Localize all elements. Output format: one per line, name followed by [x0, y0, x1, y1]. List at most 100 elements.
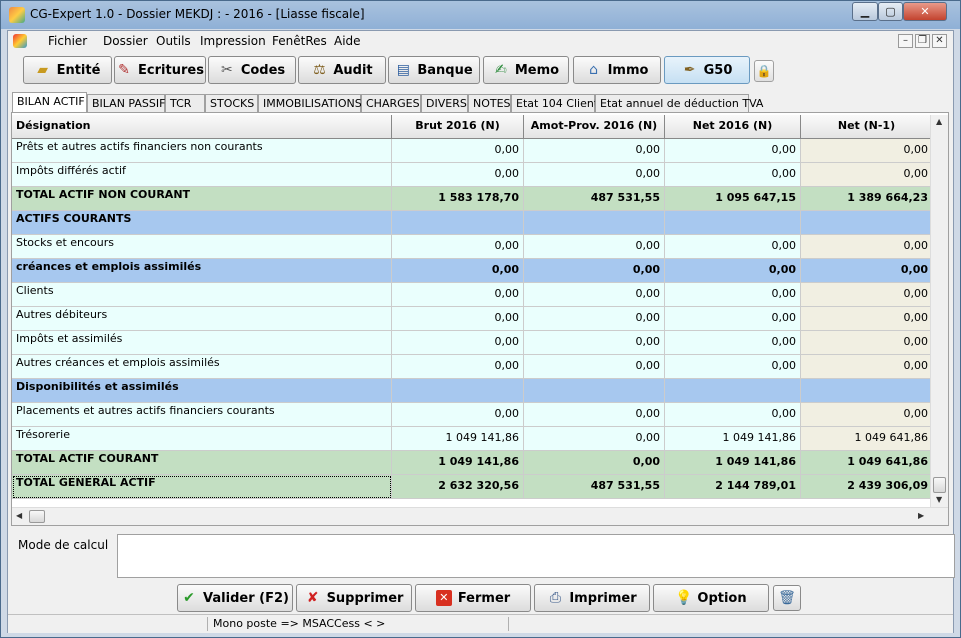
col-header-brut[interactable]: Brut 2016 (N) — [392, 115, 524, 139]
row-value-cell[interactable]: 487 531,55 — [524, 475, 665, 499]
table-row[interactable]: créances et emplois assimilés 0,00 0,00 0,0… — [12, 259, 933, 283]
row-value-cell[interactable]: 0,00 — [801, 307, 933, 331]
mdi-close-button[interactable]: ✕ — [932, 34, 947, 48]
table-row[interactable]: Impôts différés actif 0,00 0,00 0,00 0,00 — [12, 163, 933, 187]
row-designation-cell[interactable]: Clients — [12, 283, 392, 307]
row-value-cell[interactable]: 0,00 — [392, 307, 524, 331]
row-value-cell[interactable]: 1 049 141,86 — [665, 451, 801, 475]
row-value-cell[interactable]: 0,00 — [392, 355, 524, 379]
menu-impression[interactable]: Impression — [200, 34, 266, 48]
row-value-cell[interactable]: 0,00 — [392, 259, 524, 283]
scroll-left-arrow-icon[interactable]: ◀ — [16, 511, 22, 520]
entite-button[interactable]: ▰ Entité — [23, 56, 112, 84]
row-value-cell[interactable]: 0,00 — [524, 163, 665, 187]
valider-button[interactable]: ✔ Valider (F2) — [177, 584, 293, 612]
row-value-cell[interactable]: 0,00 — [524, 331, 665, 355]
table-row[interactable]: Prêts et autres actifs financiers non co… — [12, 139, 933, 163]
row-value-cell[interactable]: 0,00 — [524, 307, 665, 331]
imprimer-button[interactable]: ⎙ Imprimer — [534, 584, 650, 612]
title-bar[interactable]: CG-Expert 1.0 - Dossier MEKDJ : - 2016 -… — [1, 1, 960, 29]
row-value-cell[interactable] — [524, 211, 665, 235]
col-header-designation[interactable]: Désignation — [12, 115, 392, 139]
row-designation-cell[interactable]: TOTAL GENERAL ACTIF — [12, 475, 392, 499]
row-designation-cell[interactable]: Prêts et autres actifs financiers non co… — [12, 139, 392, 163]
row-value-cell[interactable]: 0,00 — [392, 331, 524, 355]
mdi-restore-button[interactable]: ❐ — [915, 34, 930, 48]
g50-button[interactable]: ✒ G50 — [664, 56, 750, 84]
row-value-cell[interactable]: 0,00 — [524, 427, 665, 451]
row-value-cell[interactable]: 0,00 — [801, 235, 933, 259]
row-value-cell[interactable]: 0,00 — [801, 163, 933, 187]
row-value-cell[interactable] — [524, 379, 665, 403]
tab-bilan-actif[interactable]: BILAN ACTIF — [12, 92, 87, 112]
menu-outils[interactable]: Outils — [156, 34, 191, 48]
table-row[interactable]: Impôts et assimilés 0,00 0,00 0,00 0,00 — [12, 331, 933, 355]
table-row[interactable]: ACTIFS COURANTS — [12, 211, 933, 235]
table-row[interactable]: TOTAL ACTIF NON COURANT 1 583 178,70 487 5… — [12, 187, 933, 211]
row-designation-cell[interactable]: TOTAL ACTIF NON COURANT — [12, 187, 392, 211]
tab-notes[interactable]: NOTES — [468, 94, 511, 112]
tab-etat-104-client[interactable]: Etat 104 Client — [511, 94, 598, 112]
row-value-cell[interactable]: 0,00 — [801, 355, 933, 379]
codes-button[interactable]: ✂ Codes — [208, 56, 296, 84]
tab-bilan-passif[interactable]: BILAN PASSIF — [87, 94, 165, 112]
tab-charges[interactable]: CHARGES — [361, 94, 421, 112]
maximize-button[interactable]: ▢ — [878, 2, 903, 21]
immo-button[interactable]: ⌂ Immo — [573, 56, 661, 84]
row-value-cell[interactable]: 0,00 — [524, 403, 665, 427]
row-value-cell[interactable]: 487 531,55 — [524, 187, 665, 211]
row-value-cell[interactable]: 0,00 — [392, 283, 524, 307]
fermer-button[interactable]: ✕ Fermer — [415, 584, 531, 612]
row-value-cell[interactable]: 1 049 641,86 — [801, 451, 933, 475]
horizontal-scrollbar[interactable]: ◀ ▶ — [12, 507, 948, 525]
row-value-cell[interactable] — [392, 379, 524, 403]
row-designation-cell[interactable]: ACTIFS COURANTS — [12, 211, 392, 235]
row-value-cell[interactable]: 0,00 — [801, 259, 933, 283]
table-row[interactable]: Placements et autres actifs financiers c… — [12, 403, 933, 427]
table-row[interactable]: Stocks et encours 0,00 0,00 0,00 0,00 — [12, 235, 933, 259]
col-header-net-n-1[interactable]: Net (N-1) — [801, 115, 933, 139]
row-value-cell[interactable]: 1 583 178,70 — [392, 187, 524, 211]
row-value-cell[interactable]: 0,00 — [665, 235, 801, 259]
row-value-cell[interactable]: 0,00 — [665, 307, 801, 331]
row-value-cell[interactable]: 0,00 — [665, 139, 801, 163]
row-value-cell[interactable]: 0,00 — [392, 163, 524, 187]
row-designation-cell[interactable]: Trésorerie — [12, 427, 392, 451]
row-value-cell[interactable]: 0,00 — [801, 403, 933, 427]
row-value-cell[interactable]: 0,00 — [392, 139, 524, 163]
row-value-cell[interactable]: 0,00 — [524, 355, 665, 379]
row-value-cell[interactable]: 0,00 — [392, 403, 524, 427]
memo-button[interactable]: ✍ Memo — [483, 56, 569, 84]
row-value-cell[interactable]: 0,00 — [524, 139, 665, 163]
menu-fenetres[interactable]: FenêtRes — [272, 34, 327, 48]
tab-stocks[interactable]: STOCKS — [205, 94, 258, 112]
table-row[interactable]: Autres débiteurs 0,00 0,00 0,00 0,00 — [12, 307, 933, 331]
row-designation-cell[interactable]: Stocks et encours — [12, 235, 392, 259]
row-value-cell[interactable]: 0,00 — [524, 235, 665, 259]
row-value-cell[interactable]: 1 049 641,86 — [801, 427, 933, 451]
row-value-cell[interactable]: 2 144 789,01 — [665, 475, 801, 499]
row-value-cell[interactable]: 0,00 — [665, 355, 801, 379]
row-value-cell[interactable]: 0,00 — [524, 283, 665, 307]
row-value-cell[interactable]: 0,00 — [392, 235, 524, 259]
row-value-cell[interactable]: 1 049 141,86 — [665, 427, 801, 451]
lock-icon[interactable]: 🔒 — [754, 60, 774, 82]
scroll-right-arrow-icon[interactable]: ▶ — [918, 511, 924, 520]
row-value-cell[interactable]: 1 389 664,23 — [801, 187, 933, 211]
table-row[interactable]: Clients 0,00 0,00 0,00 0,00 — [12, 283, 933, 307]
col-header-amort-prov[interactable]: Amot-Prov. 2016 (N) — [524, 115, 665, 139]
row-designation-cell[interactable]: Impôts et assimilés — [12, 331, 392, 355]
scroll-up-arrow-icon[interactable]: ▲ — [936, 117, 942, 126]
tab-tcr[interactable]: TCR — [165, 94, 205, 112]
row-value-cell[interactable] — [665, 211, 801, 235]
audit-button[interactable]: ⚖ Audit — [298, 56, 386, 84]
trash-icon[interactable]: 🗑 — [773, 585, 801, 611]
table-row[interactable]: TOTAL ACTIF COURANT 1 049 141,86 0,00 1 049… — [12, 451, 933, 475]
row-value-cell[interactable] — [801, 211, 933, 235]
row-designation-cell[interactable]: Impôts différés actif — [12, 163, 392, 187]
row-value-cell[interactable]: 0,00 — [665, 259, 801, 283]
option-button[interactable]: 💡 Option — [653, 584, 769, 612]
row-value-cell[interactable]: 1 095 647,15 — [665, 187, 801, 211]
tab-divers[interactable]: DIVERS — [421, 94, 468, 112]
row-value-cell[interactable]: 1 049 141,86 — [392, 451, 524, 475]
